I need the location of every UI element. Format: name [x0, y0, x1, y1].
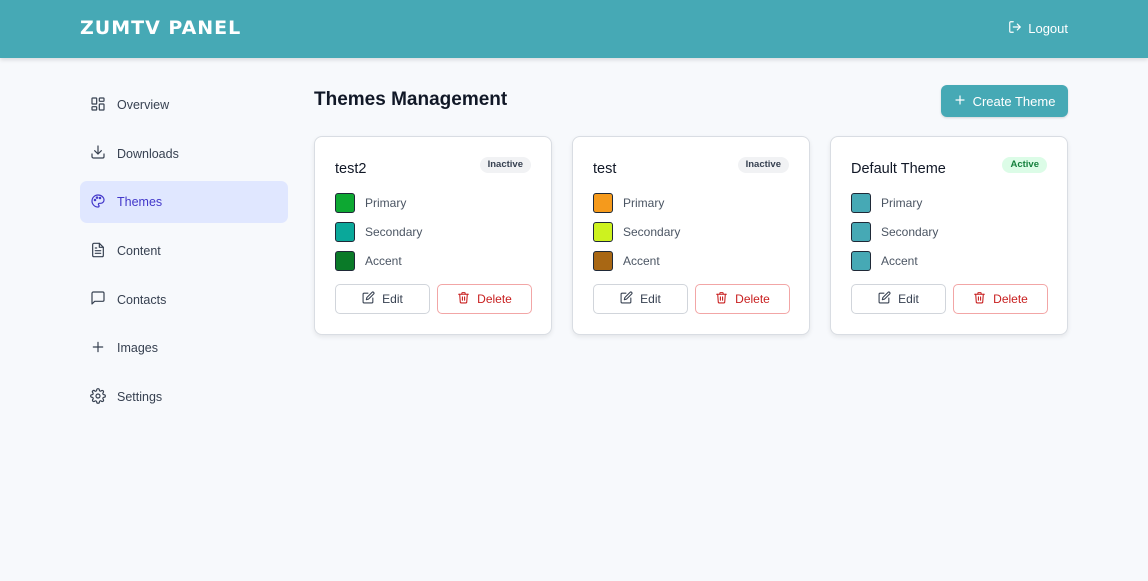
sidebar-item-label: Overview [117, 98, 170, 112]
sidebar-item-downloads[interactable]: Downloads [80, 133, 288, 175]
color-label: Secondary [881, 225, 939, 239]
status-badge: Inactive [479, 157, 531, 173]
theme-name: test2 [335, 161, 367, 177]
sidebar-item-label: Contacts [117, 292, 167, 307]
edit-icon [362, 291, 375, 307]
download-icon [90, 144, 106, 163]
delete-label: Delete [993, 292, 1028, 306]
gear-icon [90, 387, 106, 407]
file-text-icon [90, 242, 106, 261]
edit-label: Edit [898, 292, 919, 306]
color-row-secondary: Secondary [335, 222, 422, 242]
sidebar-item-overview[interactable]: Overview [80, 84, 288, 126]
sidebar-item-content[interactable]: Content [80, 230, 288, 272]
edit-button[interactable]: Edit [851, 284, 946, 314]
palette-icon [90, 193, 106, 212]
theme-card: test Inactive Primary Secondary Accent E… [572, 136, 810, 335]
sidebar-item-label: Downloads [117, 146, 179, 161]
delete-label: Delete [735, 292, 770, 306]
color-row-secondary: Secondary [851, 222, 938, 242]
color-label: Accent [881, 254, 918, 268]
brand-title: ZUMTV PANEL [80, 17, 242, 39]
delete-button[interactable]: Delete [437, 284, 532, 314]
page-title: Themes Management [314, 89, 508, 110]
color-swatch [335, 251, 355, 271]
color-row-accent: Accent [335, 251, 402, 271]
sidebar-item-settings[interactable]: Settings [80, 376, 288, 418]
grid-icon [90, 96, 106, 115]
sidebar: Overview Downloads Themes Content Contac… [80, 84, 288, 425]
logout-label: Logout [1028, 21, 1068, 36]
color-row-primary: Primary [851, 193, 922, 213]
sidebar-item-label: Themes [117, 195, 163, 210]
trash-icon [457, 291, 470, 307]
color-swatch [593, 222, 613, 242]
color-row-accent: Accent [593, 251, 660, 271]
edit-button[interactable]: Edit [335, 284, 430, 314]
color-label: Secondary [623, 225, 681, 239]
delete-label: Delete [477, 292, 512, 306]
message-icon [90, 290, 106, 309]
trash-icon [973, 291, 986, 307]
color-label: Accent [365, 254, 402, 268]
edit-icon [620, 291, 633, 307]
sidebar-item-label: Content [117, 244, 161, 259]
color-label: Primary [365, 196, 407, 210]
color-swatch [593, 193, 613, 213]
status-badge: Active [1002, 157, 1047, 173]
status-badge: Inactive [737, 157, 789, 173]
color-swatch [851, 251, 871, 271]
edit-icon [878, 291, 891, 307]
color-label: Primary [623, 196, 665, 210]
color-row-primary: Primary [335, 193, 406, 213]
sidebar-item-themes[interactable]: Themes [80, 181, 288, 224]
top-bar: ZUMTV PANEL Logout [0, 0, 1148, 58]
edit-button[interactable]: Edit [593, 284, 688, 314]
color-swatch [851, 222, 871, 242]
color-swatch [335, 193, 355, 213]
color-swatch [335, 222, 355, 242]
plus-icon [90, 339, 106, 358]
color-label: Secondary [365, 225, 423, 239]
logout-icon [1008, 20, 1022, 37]
color-label: Accent [623, 254, 660, 268]
theme-card: Default Theme Active Primary Secondary A… [830, 136, 1068, 335]
delete-button[interactable]: Delete [695, 284, 790, 314]
color-row-accent: Accent [851, 251, 918, 271]
delete-button[interactable]: Delete [953, 284, 1048, 314]
color-row-primary: Primary [593, 193, 664, 213]
plus-icon [954, 94, 966, 109]
theme-name: Default Theme [851, 161, 946, 177]
trash-icon [715, 291, 728, 307]
color-label: Primary [881, 196, 923, 210]
color-swatch [593, 251, 613, 271]
theme-card: test2 Inactive Primary Secondary Accent … [314, 136, 552, 335]
logout-button[interactable]: Logout [1008, 20, 1068, 37]
edit-label: Edit [640, 292, 661, 306]
theme-name: test [593, 161, 617, 177]
sidebar-item-label: Images [117, 341, 158, 356]
edit-label: Edit [382, 292, 403, 306]
sidebar-item-label: Settings [117, 390, 163, 405]
create-theme-button[interactable]: Create Theme [941, 85, 1068, 117]
sidebar-item-images[interactable]: Images [80, 327, 288, 369]
color-swatch [851, 193, 871, 213]
create-theme-label: Create Theme [972, 93, 1056, 109]
color-row-secondary: Secondary [593, 222, 680, 242]
sidebar-item-contacts[interactable]: Contacts [80, 279, 288, 321]
